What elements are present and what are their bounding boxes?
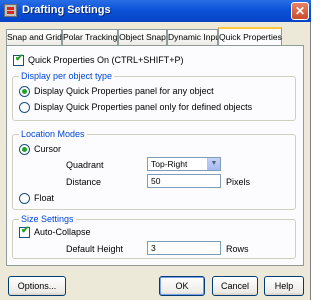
tab-dynamic-input[interactable]: Dynamic Input: [167, 29, 222, 45]
tab-quick-properties[interactable]: Quick Properties: [218, 27, 282, 46]
distance-label: Distance: [66, 177, 102, 187]
default-height-unit-label: Rows: [226, 244, 249, 254]
distance-input[interactable]: 50: [147, 174, 221, 188]
display-per-object-type-group: Display per object type Display Quick Pr…: [12, 71, 296, 121]
cursor-label: Cursor: [34, 144, 62, 154]
ok-button[interactable]: OK: [159, 276, 205, 296]
tab-object-snap[interactable]: Object Snap: [118, 29, 167, 45]
default-height-label: Default Height: [66, 244, 124, 254]
display-per-object-type-title: Display per object type: [19, 71, 115, 81]
close-button[interactable]: ✕: [291, 2, 309, 20]
float-label: Float: [34, 193, 55, 203]
tab-snap-and-grid[interactable]: Snap and Grid: [6, 29, 62, 45]
distance-unit-label: Pixels: [226, 177, 251, 187]
display-defined-objects-label: Display Quick Properties panel only for …: [34, 102, 253, 112]
app-icon: [4, 4, 17, 17]
options-button[interactable]: Options...: [8, 276, 66, 296]
location-modes-title: Location Modes: [19, 129, 87, 139]
cancel-button[interactable]: Cancel: [212, 276, 258, 296]
float-radio[interactable]: [19, 193, 30, 204]
auto-collapse-label: Auto-Collapse: [34, 227, 91, 237]
location-modes-group: Location Modes Cursor Quadrant Top-Right…: [12, 129, 296, 210]
default-height-input[interactable]: 3: [147, 241, 221, 255]
quick-properties-on-label: Quick Properties On (CTRL+SHIFT+P): [28, 55, 184, 65]
title-bar[interactable]: Drafting Settings ✕: [0, 0, 311, 22]
size-settings-group: Size Settings ✔ Auto-Collapse Default He…: [12, 214, 296, 259]
window-title: Drafting Settings: [22, 4, 111, 16]
checkmark-icon: ✔: [15, 53, 24, 64]
drafting-settings-dialog: Drafting Settings ✕ Snap and Grid Polar …: [0, 0, 311, 300]
display-any-object-label: Display Quick Properties panel for any o…: [34, 86, 214, 96]
quick-properties-on-checkbox[interactable]: ✔: [13, 53, 24, 66]
quadrant-select[interactable]: Top-Right ▼: [147, 157, 221, 171]
help-button[interactable]: Help: [264, 276, 304, 296]
quadrant-value: Top-Right: [151, 159, 188, 169]
quick-properties-panel: ✔ Quick Properties On (CTRL+SHIFT+P) Dis…: [6, 45, 304, 266]
display-any-object-radio[interactable]: [19, 86, 30, 97]
auto-collapse-checkbox[interactable]: ✔: [19, 225, 30, 238]
display-defined-objects-radio[interactable]: [19, 102, 30, 113]
checkmark-icon: ✔: [21, 225, 30, 236]
quadrant-label: Quadrant: [66, 160, 104, 170]
chevron-down-icon[interactable]: ▼: [207, 158, 220, 170]
tab-polar-tracking[interactable]: Polar Tracking: [62, 29, 118, 45]
size-settings-title: Size Settings: [19, 214, 76, 224]
cursor-radio[interactable]: [19, 144, 30, 155]
